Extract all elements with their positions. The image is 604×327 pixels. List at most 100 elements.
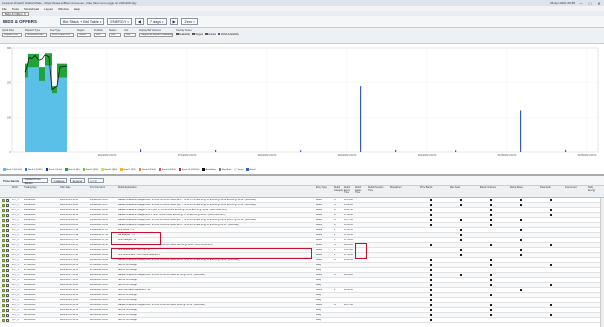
expand-row-icon[interactable]	[2, 279, 5, 282]
column-header[interactable]: Dispatched	[390, 187, 419, 190]
menu-tools[interactable]: Tools	[12, 7, 19, 11]
expand-row-icon[interactable]	[2, 284, 5, 287]
column-header[interactable]: First Interval In	[90, 187, 117, 190]
column-header[interactable]: Max Avail	[450, 187, 479, 190]
display-volumes-select[interactable]: Capped at dispatch availability	[139, 32, 173, 37]
legend-item[interactable]: Band 8 ($100)	[138, 168, 156, 171]
next-period-button[interactable]: ▶	[169, 18, 179, 25]
column-header[interactable]: Ramp Rates	[510, 187, 539, 190]
range-dropdown[interactable]: 7 days ▾	[146, 18, 167, 25]
menu-file[interactable]: File	[2, 7, 7, 11]
station-select[interactable]: (All)	[109, 32, 121, 37]
fuel-type-select[interactable]: Wind / Land Ons	[50, 32, 74, 37]
minimize-icon[interactable]: ─	[578, 1, 584, 6]
expand-row-icon[interactable]	[2, 269, 5, 272]
column-header[interactable]: Rebid Event Time	[344, 187, 354, 195]
expand-row-icon[interactable]	[2, 254, 5, 257]
overlay-availability-check[interactable]: Availability	[176, 33, 190, 36]
view-dropdown[interactable]: Bid Stack + Bid Table ▾	[59, 18, 105, 25]
portfolio-select[interactable]: (All)	[94, 32, 106, 37]
expand-row-icon[interactable]	[2, 264, 5, 267]
menu-window[interactable]: Window	[58, 7, 69, 11]
column-header[interactable]: Rebid Decision Time	[368, 187, 389, 192]
overlay-targets-check[interactable]: Targets	[192, 33, 203, 36]
bid-stack-chart[interactable]: 300 200 100 0 26/04/2021 00:00 27/04/2021 00:…	[0, 44, 604, 166]
expand-row-icon[interactable]	[2, 309, 5, 312]
expand-row-icon[interactable]	[2, 274, 5, 277]
legend-item[interactable]: Target	[234, 168, 243, 171]
actual-spike	[300, 150, 302, 152]
expand-row-icon[interactable]	[2, 239, 5, 242]
tab-bids-offers[interactable]: Bids & Offers ✕	[2, 11, 30, 16]
overlay-pasa-check[interactable]: PASA Availability	[217, 33, 239, 36]
column-header[interactable]: Offer Date	[60, 187, 89, 190]
legend-item[interactable]: Band 6 ($40)	[101, 168, 117, 171]
expand-row-icon[interactable]	[2, 229, 5, 232]
duid-cell: LYP_2	[12, 208, 19, 211]
legend-item[interactable]: Band 1 ($-1000)	[3, 168, 22, 171]
column-header[interactable]: Rebid Explanation	[118, 187, 315, 190]
expand-row-icon[interactable]	[2, 234, 5, 237]
expand-row-icon[interactable]	[2, 294, 5, 297]
overlay-actuals-check[interactable]: Actuals	[205, 33, 216, 36]
expand-row-icon[interactable]	[2, 214, 5, 217]
technology-dropdown[interactable]: ENERGY ▾	[107, 18, 132, 25]
table-scrollbar[interactable]	[600, 198, 604, 327]
expand-row-icon[interactable]	[2, 209, 5, 212]
column-header[interactable]: Entry Type	[316, 187, 333, 190]
column-header[interactable]: Trading Day	[24, 187, 59, 190]
expand-row-icon[interactable]	[2, 204, 5, 207]
unit-select[interactable]: (All)	[124, 32, 136, 37]
expand-button[interactable]: Expand	[70, 178, 85, 183]
collapse-button[interactable]: Collapse	[51, 178, 68, 183]
column-header[interactable]: Bands Volumes	[480, 187, 509, 190]
column-header[interactable]: DUID	[12, 187, 23, 190]
menu-help[interactable]: Help	[74, 7, 80, 11]
column-header[interactable]: Rebid Category	[334, 187, 343, 192]
expand-row-icon[interactable]	[2, 224, 5, 227]
change-marker-icon	[430, 309, 432, 312]
region-select[interactable]: NSW1	[77, 32, 91, 37]
column-header[interactable]: Fixed Load	[565, 187, 587, 190]
legend-item[interactable]: Band 4 ($0)	[65, 168, 80, 171]
legend-item[interactable]: Max Avail	[218, 168, 231, 171]
column-header[interactable]: Price Bands	[420, 187, 449, 190]
legend-item[interactable]: Band 9 ($300)	[158, 168, 176, 171]
expand-row-icon[interactable]	[2, 244, 5, 247]
dispatch-type-select[interactable]: Scheduled Gen	[25, 32, 47, 37]
legend-item[interactable]: Band 3 ($-50)	[45, 168, 62, 171]
row-chart-icon	[6, 244, 9, 247]
legend-item[interactable]: Band 2 ($-900)	[24, 168, 43, 171]
quick-filter-select[interactable]: Dispatch Unit	[2, 32, 22, 37]
table-row[interactable]: LYP_2 02/05/2021 2021-05-01 12:32 02/05/202…	[0, 318, 604, 323]
menu-scratchpad[interactable]: Scratchpad	[24, 7, 39, 11]
maximize-icon[interactable]: □	[587, 1, 593, 6]
tab-close-icon[interactable]: ✕	[24, 12, 27, 16]
legend-item[interactable]: Availability	[202, 168, 216, 171]
expand-row-icon[interactable]	[2, 249, 5, 252]
expand-row-icon[interactable]	[2, 314, 5, 317]
close-icon[interactable]: ✕	[596, 1, 602, 6]
expand-row-icon[interactable]	[2, 199, 5, 202]
duid-search-input[interactable]: DUID	[87, 178, 104, 183]
column-header[interactable]: Daily Energy	[588, 187, 600, 192]
expand-row-icon[interactable]	[2, 304, 5, 307]
legend-item[interactable]: Band 7 ($57)	[120, 168, 136, 171]
trading-day-cell: 25/04/2021	[24, 238, 36, 241]
expand-row-icon[interactable]	[2, 299, 5, 302]
zoom-dropdown[interactable]: Zero ▾	[181, 18, 198, 25]
expand-row-icon[interactable]	[2, 259, 5, 262]
expand-row-icon[interactable]	[2, 319, 5, 322]
expand-row-icon[interactable]	[2, 289, 5, 292]
expand-row-icon[interactable]	[2, 219, 5, 222]
legend-item[interactable]: Band 10 ($15000)	[178, 168, 199, 171]
prev-period-button[interactable]: ◀	[134, 18, 144, 25]
price-band-preset-select[interactable]: Default Price Bands	[22, 177, 49, 185]
column-header[interactable]: Rebid Aware Time	[355, 187, 367, 195]
legend-item[interactable]: Actual	[246, 168, 256, 171]
legend-item[interactable]: Band 5 ($30)	[82, 168, 98, 171]
column-header[interactable]: Pasa Avail	[540, 187, 564, 190]
menu-layout[interactable]: Layout	[44, 7, 53, 11]
offer-date-cell: 2021-04-25 03:04	[60, 223, 79, 226]
row-chart-icon	[6, 259, 9, 262]
